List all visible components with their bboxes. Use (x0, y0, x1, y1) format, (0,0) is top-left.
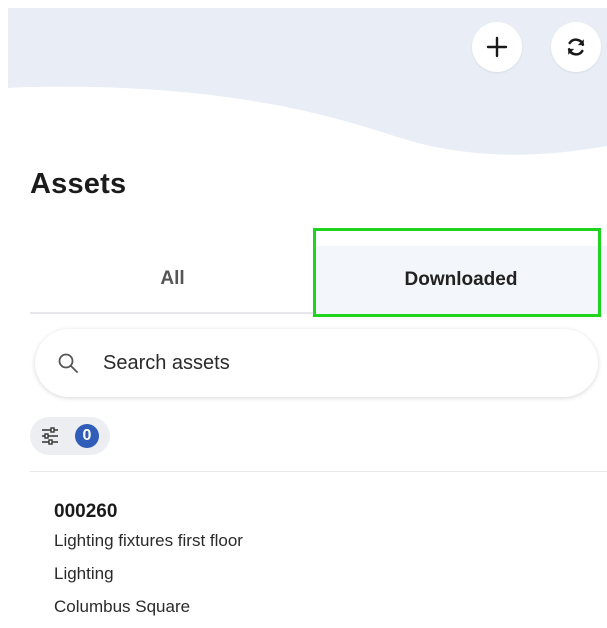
refresh-icon (567, 38, 585, 56)
filter-button[interactable]: 0 (30, 417, 110, 455)
asset-description: Lighting fixtures first floor (54, 531, 243, 550)
add-asset-button[interactable] (472, 22, 522, 72)
asset-category: Lighting (54, 564, 114, 583)
assets-page: Assets All Downloaded 0 000260 Lighting … (0, 0, 607, 628)
refresh-button[interactable] (551, 22, 601, 72)
header-background (8, 8, 607, 158)
divider (30, 471, 607, 472)
tab-all[interactable]: All (30, 246, 315, 314)
asset-list-item[interactable]: 000260 Lighting fixtures first floor Lig… (54, 500, 594, 628)
page-title: Assets (30, 168, 127, 200)
asset-location: Columbus Square (54, 597, 191, 616)
sliders-icon (42, 427, 58, 445)
asset-id: 000260 (54, 501, 118, 522)
search-bar[interactable] (35, 329, 598, 397)
search-input[interactable] (103, 329, 583, 397)
tab-downloaded[interactable]: Downloaded (315, 246, 607, 314)
search-icon (58, 353, 78, 373)
filter-count-badge: 0 (75, 424, 99, 448)
asset-tabs: All Downloaded (30, 246, 607, 314)
plus-icon (486, 36, 508, 58)
